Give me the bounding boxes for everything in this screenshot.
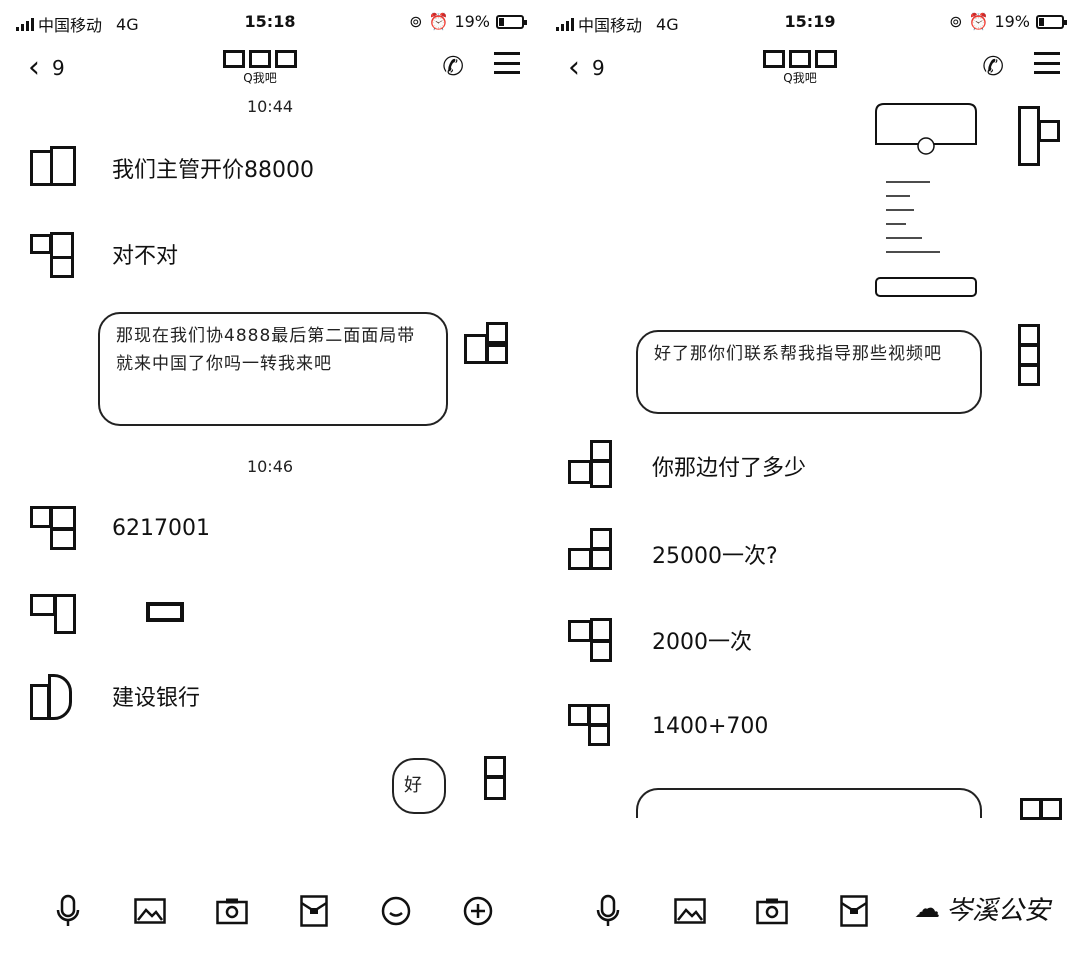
message-text: 我们主管开价88000: [112, 158, 314, 183]
menu-icon[interactable]: [1034, 52, 1060, 74]
avatar[interactable]: [26, 670, 78, 722]
message-text: 那现在我们协4888最后第二面面局带就来中国了你吗一转我来吧: [116, 326, 416, 374]
chat-title[interactable]: Q我吧: [730, 50, 870, 86]
avatar[interactable]: [566, 528, 618, 580]
timestamp: 10:46: [246, 457, 294, 476]
input-toolbar: [0, 893, 540, 933]
message-text: 好: [404, 775, 423, 796]
back-button[interactable]: ‹ 9: [568, 50, 605, 85]
chevron-left-icon: ‹: [568, 50, 580, 85]
message-row: 建设银行: [26, 670, 200, 722]
battery-percent: 19%: [454, 12, 490, 31]
chat-navbar: ‹ 9 Q我吧 ✆: [0, 46, 540, 90]
camera-icon[interactable]: [214, 893, 250, 929]
shared-document-image[interactable]: [870, 100, 982, 300]
microphone-icon[interactable]: [590, 893, 626, 929]
status-right: ⊚ ⏰ 19%: [949, 12, 1067, 31]
my-avatar[interactable]: [458, 314, 514, 370]
unread-count: 9: [592, 55, 605, 80]
message-row: [26, 586, 184, 638]
chat-subtitle: Q我吧: [783, 71, 817, 85]
avatar[interactable]: [26, 586, 78, 638]
emoji-icon[interactable]: [378, 893, 414, 929]
my-avatar[interactable]: [458, 750, 514, 806]
status-bar: 中国移动 4G 15:18 ⊚ ⏰ 19%: [0, 8, 540, 35]
message-row: 6217001: [26, 502, 210, 554]
outgoing-bubble[interactable]: 那现在我们协4888最后第二面面局带就来中国了你吗一转我来吧: [98, 312, 448, 426]
lock-rotation-icon: ⊚: [949, 12, 963, 31]
watermark-text: 岑溪公安: [945, 896, 1050, 926]
chevron-left-icon: ‹: [28, 50, 40, 85]
redacted-name: [190, 50, 330, 68]
message-text: 2000一次: [652, 630, 752, 655]
message-row: 2000一次: [566, 614, 752, 666]
avatar[interactable]: [566, 440, 618, 492]
avatar[interactable]: [26, 142, 78, 194]
red-packet-icon[interactable]: [836, 893, 872, 929]
unread-count: 9: [52, 55, 65, 80]
chat-subtitle: Q我吧: [243, 71, 277, 85]
chat-title[interactable]: Q我吧: [190, 50, 330, 86]
message-text: 好了那你们联系帮我指导那些视频吧: [654, 344, 942, 364]
message-row: 你那边付了多少: [566, 440, 806, 492]
timestamp: 10:44: [246, 97, 294, 116]
avatar[interactable]: [26, 228, 78, 280]
message-text: 25000一次?: [652, 544, 778, 569]
wechat-icon: ☁: [913, 893, 940, 924]
alarm-icon: ⏰: [428, 12, 449, 31]
lock-rotation-icon: ⊚: [409, 12, 423, 31]
right-screenshot: 中国移动 4G 15:19 ⊚ ⏰ 19% ‹ 9 Q我吧 ✆ 好了那你们联系帮…: [540, 0, 1080, 955]
message-text: 建设银行: [112, 686, 201, 711]
redacted-name: [730, 50, 870, 68]
message-text: 对不对: [112, 244, 179, 269]
my-avatar[interactable]: [1014, 100, 1070, 166]
phone-icon[interactable]: ✆: [982, 52, 1004, 82]
back-button[interactable]: ‹ 9: [28, 50, 65, 85]
plus-icon[interactable]: [460, 893, 496, 929]
message-row: 1400+700: [566, 700, 768, 752]
camera-icon[interactable]: [754, 893, 790, 929]
status-bar: 中国移动 4G 15:19 ⊚ ⏰ 19%: [540, 8, 1080, 35]
nav-actions: ✆: [442, 52, 520, 82]
message-row: 我们主管开价88000: [26, 142, 314, 194]
red-packet-icon[interactable]: [296, 893, 332, 929]
outgoing-bubble-partial[interactable]: [636, 788, 982, 818]
avatar[interactable]: [566, 700, 618, 752]
avatar[interactable]: [566, 614, 618, 666]
outgoing-bubble[interactable]: 好: [392, 758, 446, 814]
redacted-block: [146, 602, 184, 622]
avatar[interactable]: [26, 502, 78, 554]
alarm-icon: ⏰: [968, 12, 989, 31]
message-row: 25000一次?: [566, 528, 778, 580]
image-icon[interactable]: [132, 893, 168, 929]
status-right: ⊚ ⏰ 19%: [409, 12, 527, 31]
my-avatar[interactable]: [1016, 796, 1072, 852]
outgoing-bubble[interactable]: 好了那你们联系帮我指导那些视频吧: [636, 330, 982, 414]
message-text: 1400+700: [652, 713, 769, 739]
my-avatar[interactable]: [1014, 322, 1070, 386]
message-text: 6217001: [112, 515, 210, 541]
phone-icon[interactable]: ✆: [442, 52, 464, 82]
nav-actions: ✆: [982, 52, 1060, 82]
battery-icon: [1036, 14, 1067, 29]
battery-percent: 19%: [994, 12, 1030, 31]
battery-icon: [496, 14, 527, 29]
menu-icon[interactable]: [494, 52, 520, 74]
message-row: 对不对: [26, 228, 178, 280]
left-screenshot: 中国移动 4G 15:18 ⊚ ⏰ 19% ‹ 9 Q我吧 ✆ 10:44 我们…: [0, 0, 540, 955]
microphone-icon[interactable]: [50, 893, 86, 929]
image-icon[interactable]: [672, 893, 708, 929]
message-text: 你那边付了多少: [652, 456, 807, 481]
chat-navbar: ‹ 9 Q我吧 ✆: [540, 46, 1080, 90]
watermark: ☁ 岑溪公安: [914, 890, 1050, 927]
